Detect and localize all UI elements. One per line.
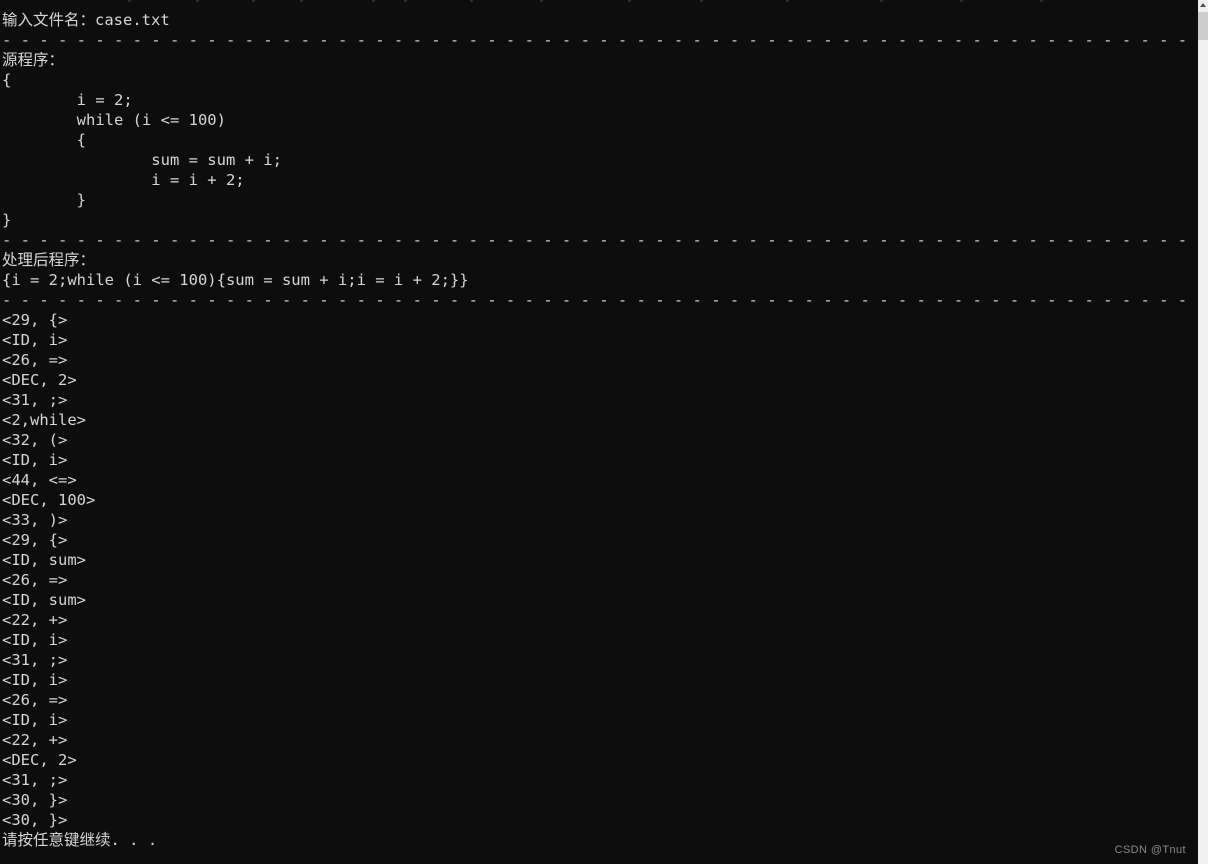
console-line-token-22: <22, +> xyxy=(2,731,68,749)
console-line-token-02: <ID, i> xyxy=(2,331,68,349)
console-output-area[interactable]: 输入文件名：case.txt - - - - - - - - - - - - - … xyxy=(0,0,1198,864)
console-line-token-25: <30, }> xyxy=(2,791,68,809)
scroll-up-arrow-icon[interactable] xyxy=(1198,0,1208,10)
console-line-src-assign-i: i = 2; xyxy=(2,91,133,109)
console-line-token-24: <31, ;> xyxy=(2,771,68,789)
console-line-src-open-brace: { xyxy=(2,71,12,89)
console-line-token-09: <44, <=> xyxy=(2,471,77,489)
console-line-token-23: <DEC, 2> xyxy=(2,751,77,769)
watermark: CSDN @Tnut xyxy=(1114,844,1186,856)
console-line-token-18: <31, ;> xyxy=(2,651,68,669)
console-line-token-15: <ID, sum> xyxy=(2,591,86,609)
console-window: 输入文件名：case.txt - - - - - - - - - - - - - … xyxy=(0,0,1208,864)
console-line-token-11: <33, )> xyxy=(2,511,68,529)
console-line-token-19: <ID, i> xyxy=(2,671,68,689)
console-line-processed-program: {i = 2;while (i <= 100){sum = sum + i;i … xyxy=(2,271,469,289)
console-line-token-07: <32, (> xyxy=(2,431,68,449)
console-line-token-01: <29, {> xyxy=(2,311,68,329)
console-line-src-inner-close: } xyxy=(2,191,86,209)
console-line-label-processed-program: 处理后程序： xyxy=(2,251,96,269)
console-line-token-26: <30, }> xyxy=(2,811,68,829)
console-line-token-20: <26, => xyxy=(2,691,68,709)
console-line-src-inner-open: { xyxy=(2,131,86,149)
console-line-token-16: <22, +> xyxy=(2,611,68,629)
console-line-token-13: <ID, sum> xyxy=(2,551,86,569)
console-line-token-05: <31, ;> xyxy=(2,391,68,409)
console-line-press-any-key: 请按任意键继续. . . xyxy=(2,831,158,849)
console-line-token-21: <ID, i> xyxy=(2,711,68,729)
console-line-separator-3: - - - - - - - - - - - - - - - - - - - - … xyxy=(2,291,1198,309)
scrollbar-track[interactable] xyxy=(1198,40,1208,864)
console-line-token-03: <26, => xyxy=(2,351,68,369)
right-gutter xyxy=(1190,0,1198,864)
vertical-scrollbar[interactable] xyxy=(1198,0,1208,864)
console-line-separator-2: - - - - - - - - - - - - - - - - - - - - … xyxy=(2,231,1198,249)
console-line-token-08: <ID, i> xyxy=(2,451,68,469)
console-line-prompt-filename: 输入文件名：case.txt xyxy=(2,11,170,29)
console-line-token-04: <DEC, 2> xyxy=(2,371,77,389)
console-line-token-14: <26, => xyxy=(2,571,68,589)
console-line-src-while: while (i <= 100) xyxy=(2,111,226,129)
scrollbar-thumb[interactable] xyxy=(1198,12,1208,40)
console-line-label-source-program: 源程序： xyxy=(2,51,65,69)
console-line-src-close-brace: } xyxy=(2,211,12,229)
console-line-token-12: <29, {> xyxy=(2,531,68,549)
console-line-src-sum: sum = sum + i; xyxy=(2,151,282,169)
console-line-separator-1: - - - - - - - - - - - - - - - - - - - - … xyxy=(2,31,1198,49)
console-line-token-06: <2,while> xyxy=(2,411,86,429)
console-line-token-17: <ID, i> xyxy=(2,631,68,649)
console-line-token-10: <DEC, 100> xyxy=(2,491,96,509)
console-line-src-incr-i: i = i + 2; xyxy=(2,171,245,189)
